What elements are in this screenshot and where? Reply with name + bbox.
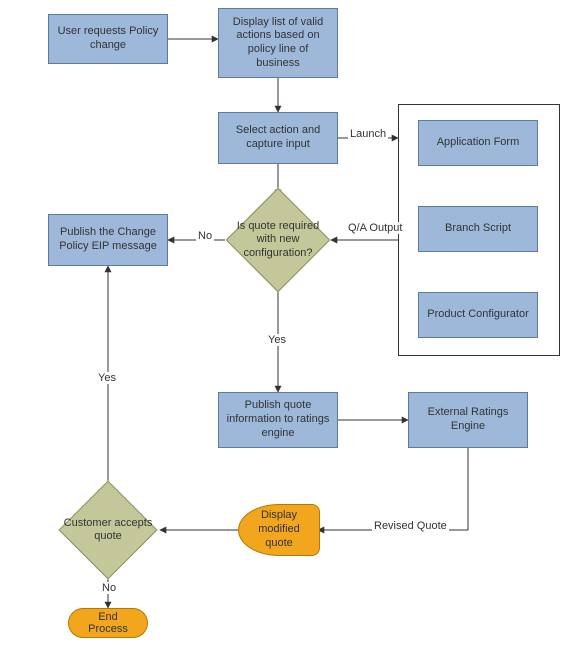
node-user-requests: User requests Policy change (48, 14, 168, 64)
node-branch-script: Branch Script (418, 206, 538, 252)
node-label: Application Form (437, 136, 520, 150)
node-label: Branch Script (445, 222, 511, 236)
node-label: Publish the Change Policy EIP message (55, 226, 161, 254)
node-publish-quote: Publish quote information to ratings eng… (218, 392, 338, 448)
edge-label-yes-2: Yes (96, 372, 118, 384)
node-publish-eip: Publish the Change Policy EIP message (48, 214, 168, 266)
node-application-form: Application Form (418, 120, 538, 166)
node-external-engine: External Ratings Engine (408, 392, 528, 448)
node-label: Customer accepts quote (61, 517, 155, 543)
node-label: End Process (77, 611, 139, 635)
node-label: User requests Policy change (55, 25, 161, 53)
edge-label-no-1: No (196, 230, 214, 242)
node-product-configurator: Product Configurator (418, 292, 538, 338)
edge-label-launch: Launch (348, 128, 388, 140)
flowchart-canvas: User requests Policy change Display list… (0, 0, 574, 645)
node-select-action: Select action and capture input (218, 112, 338, 164)
edge-label-yes-1: Yes (266, 334, 288, 346)
node-quote-required: Is quote required with new configuration… (225, 196, 331, 284)
node-label: External Ratings Engine (415, 406, 521, 434)
edge-label-qa-output: Q/A Output (346, 222, 404, 234)
edge-label-no-2: No (100, 582, 118, 594)
node-end-process: End Process (68, 608, 148, 638)
node-label: Select action and capture input (225, 124, 331, 152)
node-display-list: Display list of valid actions based on p… (218, 8, 338, 78)
node-display-quote: Display modified quote (238, 504, 320, 556)
node-label: Display modified quote (245, 509, 313, 550)
node-label: Is quote required with new configuration… (230, 220, 325, 260)
node-label: Product Configurator (427, 308, 529, 322)
node-label: Publish quote information to ratings eng… (225, 399, 331, 440)
edge-label-revised-quote: Revised Quote (372, 520, 449, 532)
node-label: Display list of valid actions based on p… (225, 16, 331, 71)
node-customer-accepts: Customer accepts quote (56, 488, 160, 572)
